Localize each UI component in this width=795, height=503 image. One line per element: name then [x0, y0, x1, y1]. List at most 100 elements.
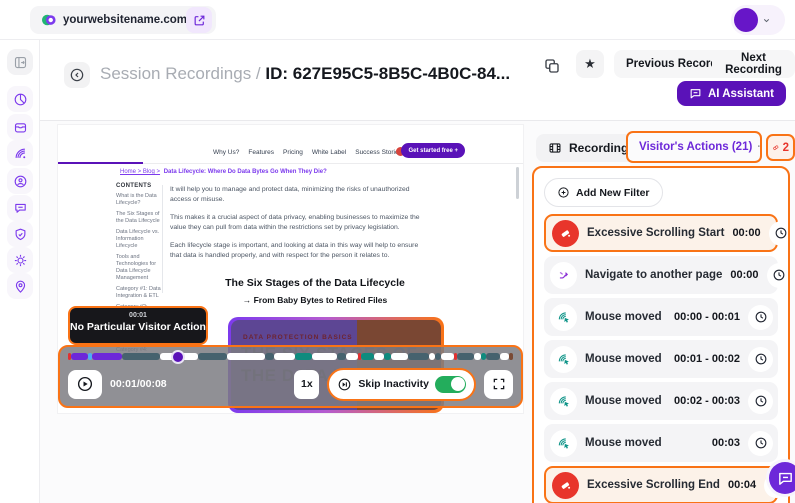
- breadcrumb: Session Recordings /: [100, 64, 261, 83]
- action-label: Mouse moved: [585, 311, 666, 323]
- playback-timeline[interactable]: [68, 353, 513, 360]
- external-link-icon: [193, 14, 206, 27]
- recorded-nav-link: Pricing: [283, 149, 303, 156]
- action-time: 00:00: [730, 269, 758, 281]
- recorded-contents-item: What is the Data Lifecycle?: [116, 193, 161, 207]
- action-time: 00:04: [728, 479, 756, 491]
- play-button[interactable]: [68, 370, 102, 399]
- recorded-contents-item: Tools and Technologies for Data Lifecycl…: [116, 254, 161, 282]
- settings-gear-icon[interactable]: [7, 247, 33, 273]
- jump-to-time-button[interactable]: [767, 263, 790, 288]
- jump-to-time-button[interactable]: [748, 347, 773, 372]
- jump-to-time-button[interactable]: [748, 431, 773, 456]
- time-display: 00:01/00:08: [110, 378, 167, 390]
- timeline-segment: [312, 353, 337, 360]
- recorded-nav-link: Success Stories: [355, 149, 402, 156]
- visitor-action-row[interactable]: Excessive Scrolling Start00:00: [544, 214, 778, 252]
- session-recordings-icon[interactable]: [7, 140, 33, 166]
- tab-visitors-actions[interactable]: Visitor's Actions (21) ·: [626, 131, 762, 163]
- action-label: Mouse moved: [585, 353, 666, 365]
- add-new-filter-button[interactable]: Add New Filter: [544, 178, 663, 207]
- recording-id: ID: 627E95C5-8B5C-4B0C-84...: [265, 64, 510, 83]
- next-recording-button[interactable]: Next Recording: [712, 50, 795, 78]
- visitor-actions-list: Excessive Scrolling Start00:00Navigate t…: [544, 214, 778, 503]
- action-label: Mouse moved: [585, 395, 666, 407]
- recorded-page-scrollbar[interactable]: [516, 167, 519, 199]
- scroll-action-icon: [552, 472, 579, 499]
- skip-inactivity-label: Skip Inactivity: [358, 378, 429, 390]
- timeline-segment: [509, 353, 513, 360]
- tooltip-label: No Particular Visitor Action: [70, 321, 206, 333]
- action-label: Excessive Scrolling End: [587, 479, 720, 491]
- recorded-contents-item: The Six Stages of the Data Lifecycle: [116, 211, 161, 225]
- timeline-segment: [122, 353, 160, 360]
- mouse-action-icon: [550, 388, 577, 415]
- privacy-shield-icon[interactable]: [7, 221, 33, 247]
- visitor-action-row[interactable]: Navigate to another page 00:00: [544, 256, 778, 294]
- back-button[interactable]: [64, 62, 90, 88]
- jump-to-time-button[interactable]: [769, 221, 790, 246]
- inbox-icon[interactable]: [7, 114, 33, 140]
- visitor-action-row[interactable]: Excessive Scrolling End 00:04: [544, 466, 778, 503]
- playhead-handle[interactable]: [171, 350, 185, 364]
- header-divider: [40, 120, 795, 121]
- timeline-segment: [384, 353, 390, 360]
- recorded-contents-item: Data Lifecycle vs. Information Lifecycle: [116, 229, 161, 250]
- jump-to-time-button[interactable]: [748, 389, 773, 414]
- playback-speed-button[interactable]: 1x: [294, 370, 319, 399]
- fullscreen-button[interactable]: [484, 370, 513, 399]
- recorded-paragraph: Each lifecycle stage is important, and l…: [170, 241, 428, 261]
- timeline-segment: [337, 353, 345, 360]
- feedback-icon[interactable]: [7, 195, 33, 221]
- recorded-reading-progress: [58, 162, 143, 164]
- tooltip-time: 00:01: [70, 312, 206, 319]
- action-time: 00:00 - 00:01: [674, 311, 740, 323]
- scroll-action-icon: [552, 220, 579, 247]
- visitor-action-row[interactable]: Mouse moved 00:00 - 00:01: [544, 298, 778, 336]
- skipped-actions-badge[interactable]: 2: [766, 134, 795, 161]
- fullscreen-expand-icon: [492, 377, 506, 391]
- visitor-action-row[interactable]: Mouse moved00:02 - 00:03: [544, 382, 778, 420]
- recorded-breadcrumb: Home > Blog > Data Lifecycle: Where Do D…: [120, 169, 450, 175]
- audience-icon[interactable]: [7, 168, 33, 194]
- action-time: 00:01 - 00:02: [674, 353, 740, 365]
- timeline-segment: [274, 353, 295, 360]
- timeline-segment: [227, 353, 265, 360]
- ai-assistant-button[interactable]: AI Assistant: [677, 81, 786, 106]
- copy-id-button[interactable]: [543, 54, 567, 78]
- location-pin-icon[interactable]: [7, 273, 33, 299]
- collapse-sidebar-icon[interactable]: [7, 49, 33, 75]
- site-name: yourwebsitename.com: [63, 14, 187, 26]
- mouse-action-icon: [550, 430, 577, 457]
- visitor-action-row[interactable]: Mouse moved00:03: [544, 424, 778, 462]
- chevron-down-icon: [762, 16, 771, 25]
- visitor-action-row[interactable]: Mouse moved 00:01 - 00:02: [544, 340, 778, 378]
- timeline-segment: [486, 353, 501, 360]
- user-menu[interactable]: [731, 5, 785, 35]
- timeline-tooltip: 00:01 No Particular Visitor Action: [68, 306, 208, 345]
- timeline-segment: [474, 353, 482, 360]
- timeline-segment: [408, 353, 429, 360]
- timeline-segment: [198, 353, 228, 360]
- action-label: Mouse moved: [585, 437, 704, 449]
- player-controls-bar: 00:01/00:08 1x Skip Inactivity: [58, 345, 523, 408]
- timeline-segment: [265, 353, 273, 360]
- dashboard-icon[interactable]: [7, 86, 33, 112]
- timeline-segment: [346, 353, 359, 360]
- play-icon: [76, 375, 94, 393]
- favorite-star-button[interactable]: ★: [576, 50, 604, 78]
- avatar: [734, 8, 758, 32]
- mouse-action-icon: [550, 346, 577, 373]
- action-label: Excessive Scrolling Start: [587, 227, 724, 239]
- timeline-segment: [92, 353, 122, 360]
- recorded-article-body: It will help you to manage and protect d…: [170, 185, 428, 269]
- recorded-nav-link: White Label: [312, 149, 346, 156]
- recorded-nav-link: Why Us?: [213, 149, 239, 156]
- action-label: Navigate to another page: [585, 269, 722, 281]
- visitor-actions-panel: Add New Filter Excessive Scrolling Start…: [532, 166, 790, 503]
- open-site-button[interactable]: [186, 7, 212, 33]
- chat-bubble-icon: [777, 470, 794, 487]
- skip-inactivity-toggle[interactable]: [435, 376, 466, 393]
- jump-to-time-button[interactable]: [748, 305, 773, 330]
- timeline-segment: [361, 353, 374, 360]
